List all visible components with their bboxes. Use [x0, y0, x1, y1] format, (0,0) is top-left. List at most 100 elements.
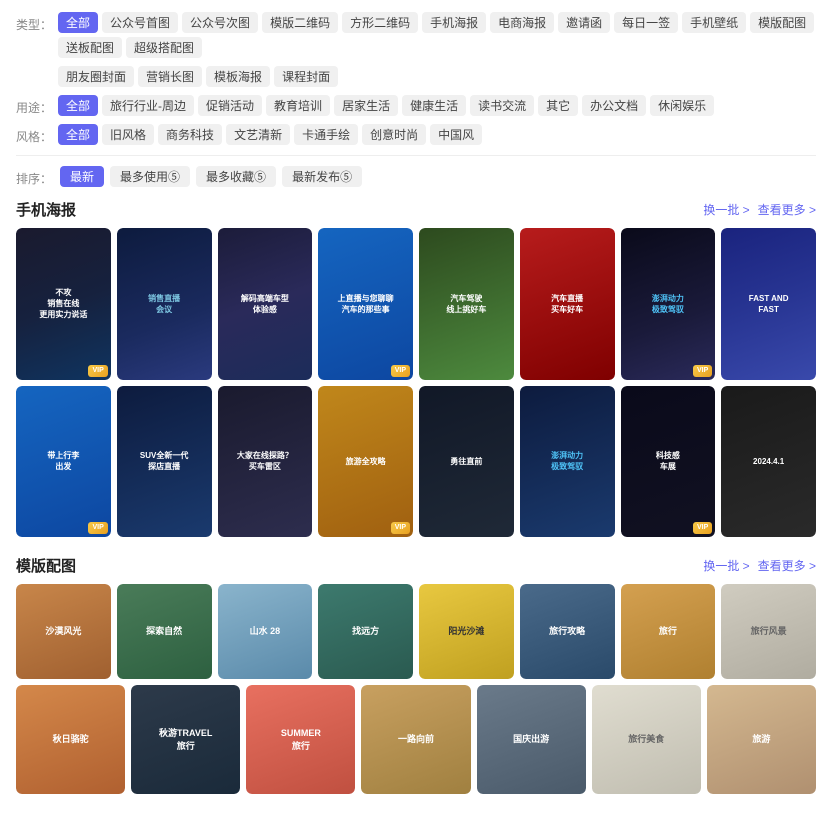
type-tags2-container: 朋友圈封面营销长图模板海报课程封面	[58, 66, 816, 87]
vip-badge: VIP	[88, 522, 107, 534]
type-tag[interactable]: 全部	[58, 12, 98, 33]
phone-poster-card[interactable]: 上直播与您聊聊汽车的那些事VIP	[318, 228, 413, 380]
template-match-title: 模版配图	[16, 555, 76, 576]
phone-poster-card[interactable]: 汽车直播买车好车	[520, 228, 615, 380]
template-match-card[interactable]: 秋游TRAVEL旅行	[131, 685, 240, 794]
vip-badge: VIP	[391, 522, 410, 534]
industry-tag[interactable]: 旅行行业-周边	[102, 95, 194, 116]
template-match-card[interactable]: 旅行风景	[721, 584, 816, 679]
type-tag[interactable]: 模版配图	[750, 12, 814, 33]
style-filter-row: 风格： 全部旧风格商务科技文艺清新卡通手绘创意时尚中国风	[16, 124, 816, 145]
type-tag2[interactable]: 课程封面	[274, 66, 338, 87]
sort-button[interactable]: 最多收藏⑤	[196, 166, 276, 187]
template-match-card[interactable]: 山水 28	[218, 584, 313, 679]
vip-badge: VIP	[693, 522, 712, 534]
sort-button[interactable]: 最多使用⑤	[110, 166, 190, 187]
type-tag[interactable]: 公众号次图	[182, 12, 258, 33]
template-match-card[interactable]: 阳光沙滩	[419, 584, 514, 679]
style-label: 风格：	[16, 124, 52, 145]
phone-poster-card[interactable]: 勇往直前	[419, 386, 514, 538]
style-tag[interactable]: 中国风	[430, 124, 482, 145]
template-match-card[interactable]: 旅行美食	[592, 685, 701, 794]
template-match-card[interactable]: 旅行攻略	[520, 584, 615, 679]
phone-poster-card[interactable]: 科技感车展VIP	[621, 386, 716, 538]
vip-badge: VIP	[88, 365, 107, 377]
industry-tag[interactable]: 休闲娱乐	[650, 95, 714, 116]
sort-row: 排序： 最新最多使用⑤最多收藏⑤最新发布⑤	[16, 166, 816, 187]
template-match-card[interactable]: 国庆出游	[477, 685, 586, 794]
phone-poster-title: 手机海报	[16, 199, 76, 220]
template-match-card[interactable]: SUMMER旅行	[246, 685, 355, 794]
industry-tag[interactable]: 居家生活	[334, 95, 398, 116]
style-tag[interactable]: 商务科技	[158, 124, 222, 145]
industry-label: 用途：	[16, 95, 52, 116]
type-tag2[interactable]: 模板海报	[206, 66, 270, 87]
phone-poster-refresh[interactable]: 换一批 >	[703, 201, 749, 218]
industry-tag[interactable]: 读书交流	[470, 95, 534, 116]
template-match-more[interactable]: 查看更多 >	[758, 557, 816, 574]
industry-tag[interactable]: 促销活动	[198, 95, 262, 116]
industry-tag[interactable]: 全部	[58, 95, 98, 116]
template-match-actions: 换一批 > 查看更多 >	[703, 557, 816, 574]
phone-poster-card[interactable]: 带上行李出发VIP	[16, 386, 111, 538]
phone-poster-card[interactable]: 解码高端车型体验感	[218, 228, 313, 380]
template-match-card[interactable]: 找远方	[318, 584, 413, 679]
phone-cards-row1: 不攻销售在线更用实力说话VIP销售直播会议解码高端车型体验感上直播与您聊聊汽车的…	[16, 228, 816, 380]
type-tag[interactable]: 每日一签	[614, 12, 678, 33]
phone-poster-card[interactable]: 大家在线探路？买车雷区	[218, 386, 313, 538]
type-filter-row2: 类型： 朋友圈封面营销长图模板海报课程封面	[16, 66, 816, 87]
sort-buttons-container: 最新最多使用⑤ 最多收藏⑤ 最新发布⑤	[60, 166, 362, 187]
template-match-card[interactable]: 旅行	[621, 584, 716, 679]
template-match-card[interactable]: 探索自然	[117, 584, 212, 679]
type-tag[interactable]: 方形二维码	[342, 12, 418, 33]
template-match-card[interactable]: 沙漠风光	[16, 584, 111, 679]
template-match-refresh[interactable]: 换一批 >	[703, 557, 749, 574]
style-tag[interactable]: 旧风格	[102, 124, 154, 145]
template-match-header: 模版配图 换一批 > 查看更多 >	[16, 555, 816, 576]
type-tag[interactable]: 手机海报	[422, 12, 486, 33]
style-tag[interactable]: 创意时尚	[362, 124, 426, 145]
phone-poster-card[interactable]: FAST ANDFAST	[721, 228, 816, 380]
template-match-card[interactable]: 一路向前	[361, 685, 470, 794]
template-match-card[interactable]: 秋日骆驼	[16, 685, 125, 794]
type-tag2[interactable]: 营销长图	[138, 66, 202, 87]
template-match-card[interactable]: 旅游	[707, 685, 816, 794]
type-tag[interactable]: 公众号首图	[102, 12, 178, 33]
template-cards-row1: 沙漠风光探索自然山水 28找远方阳光沙滩旅行攻略旅行旅行风景	[16, 584, 816, 679]
phone-poster-card[interactable]: 不攻销售在线更用实力说话VIP	[16, 228, 111, 380]
phone-poster-card[interactable]: 澎湃动力极致驾驭VIP	[621, 228, 716, 380]
phone-poster-card[interactable]: 旅游全攻略VIP	[318, 386, 413, 538]
phone-poster-card[interactable]: SUV全新一代探店直播	[117, 386, 212, 538]
industry-filter-row: 用途： 全部旅行行业-周边促销活动教育培训居家生活健康生活读书交流其它办公文档休…	[16, 95, 816, 116]
industry-tags-container: 全部旅行行业-周边促销活动教育培训居家生活健康生活读书交流其它办公文档休闲娱乐	[58, 95, 816, 116]
phone-poster-card[interactable]: 汽车驾驶线上挑好车	[419, 228, 514, 380]
template-cards-row2: 秋日骆驼秋游TRAVEL旅行SUMMER旅行一路向前国庆出游旅行美食旅游	[16, 685, 816, 794]
industry-tag[interactable]: 健康生活	[402, 95, 466, 116]
style-tag[interactable]: 文艺清新	[226, 124, 290, 145]
phone-poster-header: 手机海报 换一批 > 查看更多 >	[16, 199, 816, 220]
type-tags-container: 全部公众号首图公众号次图模版二维码方形二维码手机海报电商海报邀请函每日一签手机壁…	[58, 12, 816, 58]
type-filter-row: 类型： 全部公众号首图公众号次图模版二维码方形二维码手机海报电商海报邀请函每日一…	[16, 12, 816, 58]
divider1	[16, 155, 816, 156]
industry-tag[interactable]: 其它	[538, 95, 578, 116]
sort-button[interactable]: 最新发布⑤	[282, 166, 362, 187]
phone-cards-row2: 带上行李出发VIPSUV全新一代探店直播大家在线探路？买车雷区旅游全攻略VIP勇…	[16, 386, 816, 538]
type-tag[interactable]: 邀请函	[558, 12, 610, 33]
phone-poster-card[interactable]: 澎湃动力极致驾驭	[520, 386, 615, 538]
style-tag[interactable]: 全部	[58, 124, 98, 145]
type-tag[interactable]: 送板配图	[58, 37, 122, 58]
type-tag2[interactable]: 朋友圈封面	[58, 66, 134, 87]
industry-tag[interactable]: 教育培训	[266, 95, 330, 116]
phone-poster-more[interactable]: 查看更多 >	[758, 201, 816, 218]
type-tag[interactable]: 超级搭配图	[126, 37, 202, 58]
industry-tag[interactable]: 办公文档	[582, 95, 646, 116]
phone-poster-card[interactable]: 销售直播会议	[117, 228, 212, 380]
sort-button[interactable]: 最新	[60, 166, 104, 187]
phone-poster-actions: 换一批 > 查看更多 >	[703, 201, 816, 218]
type-tag[interactable]: 模版二维码	[262, 12, 338, 33]
style-tag[interactable]: 卡通手绘	[294, 124, 358, 145]
type-tag[interactable]: 电商海报	[490, 12, 554, 33]
phone-poster-card[interactable]: 2024.4.1	[721, 386, 816, 538]
type-tag[interactable]: 手机壁纸	[682, 12, 746, 33]
phone-poster-section: 手机海报 换一批 > 查看更多 > 不攻销售在线更用实力说话VIP销售直播会议解…	[16, 199, 816, 537]
